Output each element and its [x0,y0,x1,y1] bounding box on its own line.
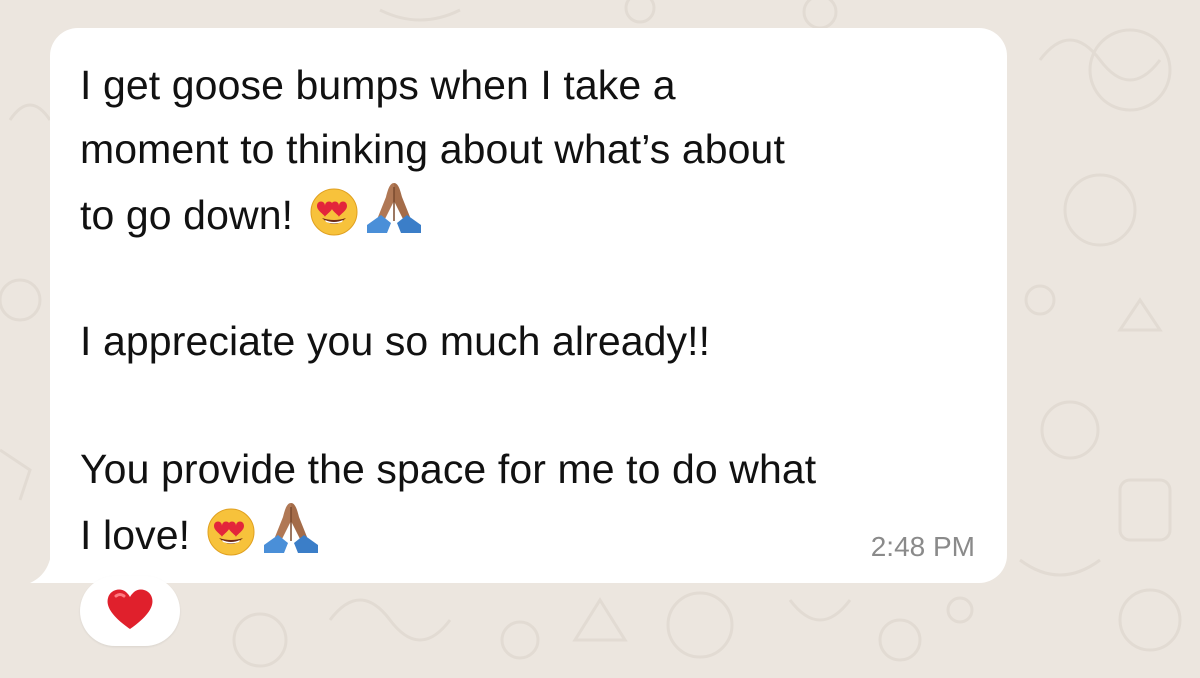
message-line: moment to thinking about what’s about [80,126,785,172]
heart-eyes-emoji-icon [309,187,359,255]
message-line: You provide the space for me to do what [80,446,817,492]
message-line: I get goose bumps when I take a [80,62,676,108]
message-text: I get goose bumps when I take a moment t… [80,53,1000,565]
red-heart-icon [106,587,154,636]
praying-hands-emoji-icon [260,501,322,575]
message-timestamp: 2:48 PM [870,531,975,562]
incoming-message-bubble[interactable]: I get goose bumps when I take a moment t… [50,28,1007,583]
heart-eyes-emoji-icon [206,507,256,575]
message-line-with-emojis: to go down! [80,181,1000,245]
message-line-text: I love! [80,512,191,558]
message-line-text: to go down! [80,192,294,238]
message-line-with-emojis: I love! [80,501,1000,565]
message-line: I appreciate you so much already!! [80,318,711,364]
reaction-badge[interactable] [80,576,180,646]
praying-hands-emoji-icon [363,181,425,255]
